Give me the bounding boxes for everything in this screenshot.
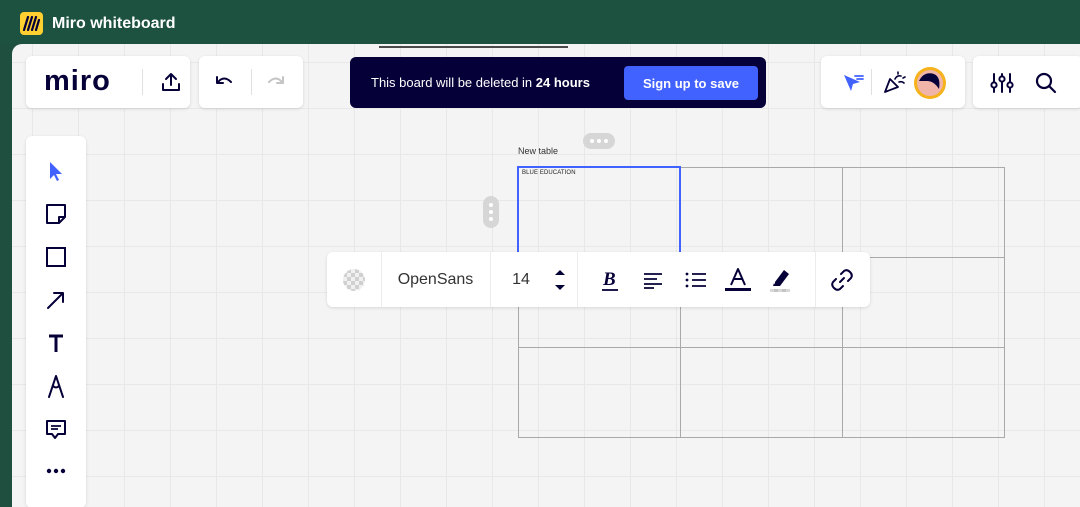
table-title[interactable]: New table (518, 146, 558, 156)
search-icon[interactable] (1033, 70, 1059, 96)
sticky-note-icon[interactable] (41, 199, 71, 229)
table-cell[interactable] (841, 346, 1006, 439)
table-cell[interactable] (841, 166, 1006, 258)
bold-icon[interactable]: B (597, 252, 623, 307)
collaboration-panel (821, 56, 965, 108)
redo-icon[interactable] (263, 69, 289, 95)
deletion-warning-banner: This board will be deleted in 24 hours S… (350, 57, 766, 108)
miro-logo-icon (20, 12, 43, 35)
table-column-handle[interactable] (583, 133, 615, 149)
cell-text[interactable] (843, 348, 1004, 352)
transparent-fill-icon (343, 268, 365, 291)
table-cell[interactable] (517, 346, 681, 439)
more-icon[interactable] (41, 456, 71, 486)
sliders-icon[interactable] (989, 70, 1015, 96)
font-size-value: 14 (512, 270, 530, 288)
cell-text[interactable]: BLUE EDUCATION (519, 168, 679, 178)
window-title: Miro whiteboard (52, 15, 176, 32)
align-left-icon[interactable] (640, 252, 666, 307)
party-popper-icon[interactable] (881, 70, 907, 96)
board-tools-panel (973, 56, 1080, 108)
font-family-value: OpenSans (397, 270, 474, 288)
creation-toolbar (26, 136, 86, 507)
arrow-icon[interactable] (41, 285, 71, 315)
divider (871, 69, 872, 95)
window-titlebar: Miro whiteboard (0, 0, 1080, 44)
banner-message: This board will be deleted in 24 hours (371, 75, 590, 90)
fill-color-button[interactable] (327, 252, 381, 307)
sign-up-button[interactable]: Sign up to save (624, 66, 758, 100)
svg-text:B: B (602, 269, 616, 290)
font-size-stepper[interactable] (551, 252, 569, 307)
cell-text[interactable] (843, 168, 1004, 172)
bullet-list-icon[interactable] (683, 252, 709, 307)
comment-icon[interactable] (41, 414, 71, 444)
miro-wordmark[interactable]: miro (44, 65, 111, 98)
cell-text[interactable] (519, 348, 680, 352)
cell-text[interactable] (681, 168, 842, 172)
select-cursor-icon[interactable] (839, 70, 865, 96)
table-row: BLUE EDUCATION (516, 165, 1006, 259)
font-family-select[interactable]: OpenSans (381, 252, 490, 307)
stepper-arrows-icon (555, 269, 565, 290)
text-color-icon[interactable] (724, 252, 752, 307)
font-size-input[interactable]: 14 (490, 252, 552, 307)
board-header-panel: miro (26, 56, 190, 108)
rectangle-icon[interactable] (41, 242, 71, 272)
text-icon[interactable] (41, 328, 71, 358)
upload-icon[interactable] (158, 69, 184, 95)
table-row-handle[interactable] (483, 196, 499, 228)
divider (142, 69, 143, 95)
pen-icon[interactable] (41, 371, 71, 401)
divider (251, 69, 252, 95)
board-canvas[interactable]: miro This board will be deleted in 24 ho (12, 44, 1080, 507)
link-icon[interactable] (829, 252, 855, 307)
table-cell[interactable] (679, 166, 843, 258)
avatar[interactable] (914, 67, 946, 99)
table-cell[interactable]: BLUE EDUCATION (516, 165, 682, 259)
loading-progress-line (379, 46, 568, 48)
text-format-toolbar: OpenSans 14 B (327, 252, 870, 307)
table-row (517, 346, 1006, 439)
table-cell[interactable] (679, 346, 843, 439)
cursor-icon[interactable] (41, 156, 71, 186)
undo-icon[interactable] (211, 69, 237, 95)
highlight-icon[interactable] (767, 252, 795, 307)
divider (815, 252, 816, 307)
divider (577, 252, 578, 307)
cell-text[interactable] (681, 348, 842, 352)
history-panel (199, 56, 303, 108)
